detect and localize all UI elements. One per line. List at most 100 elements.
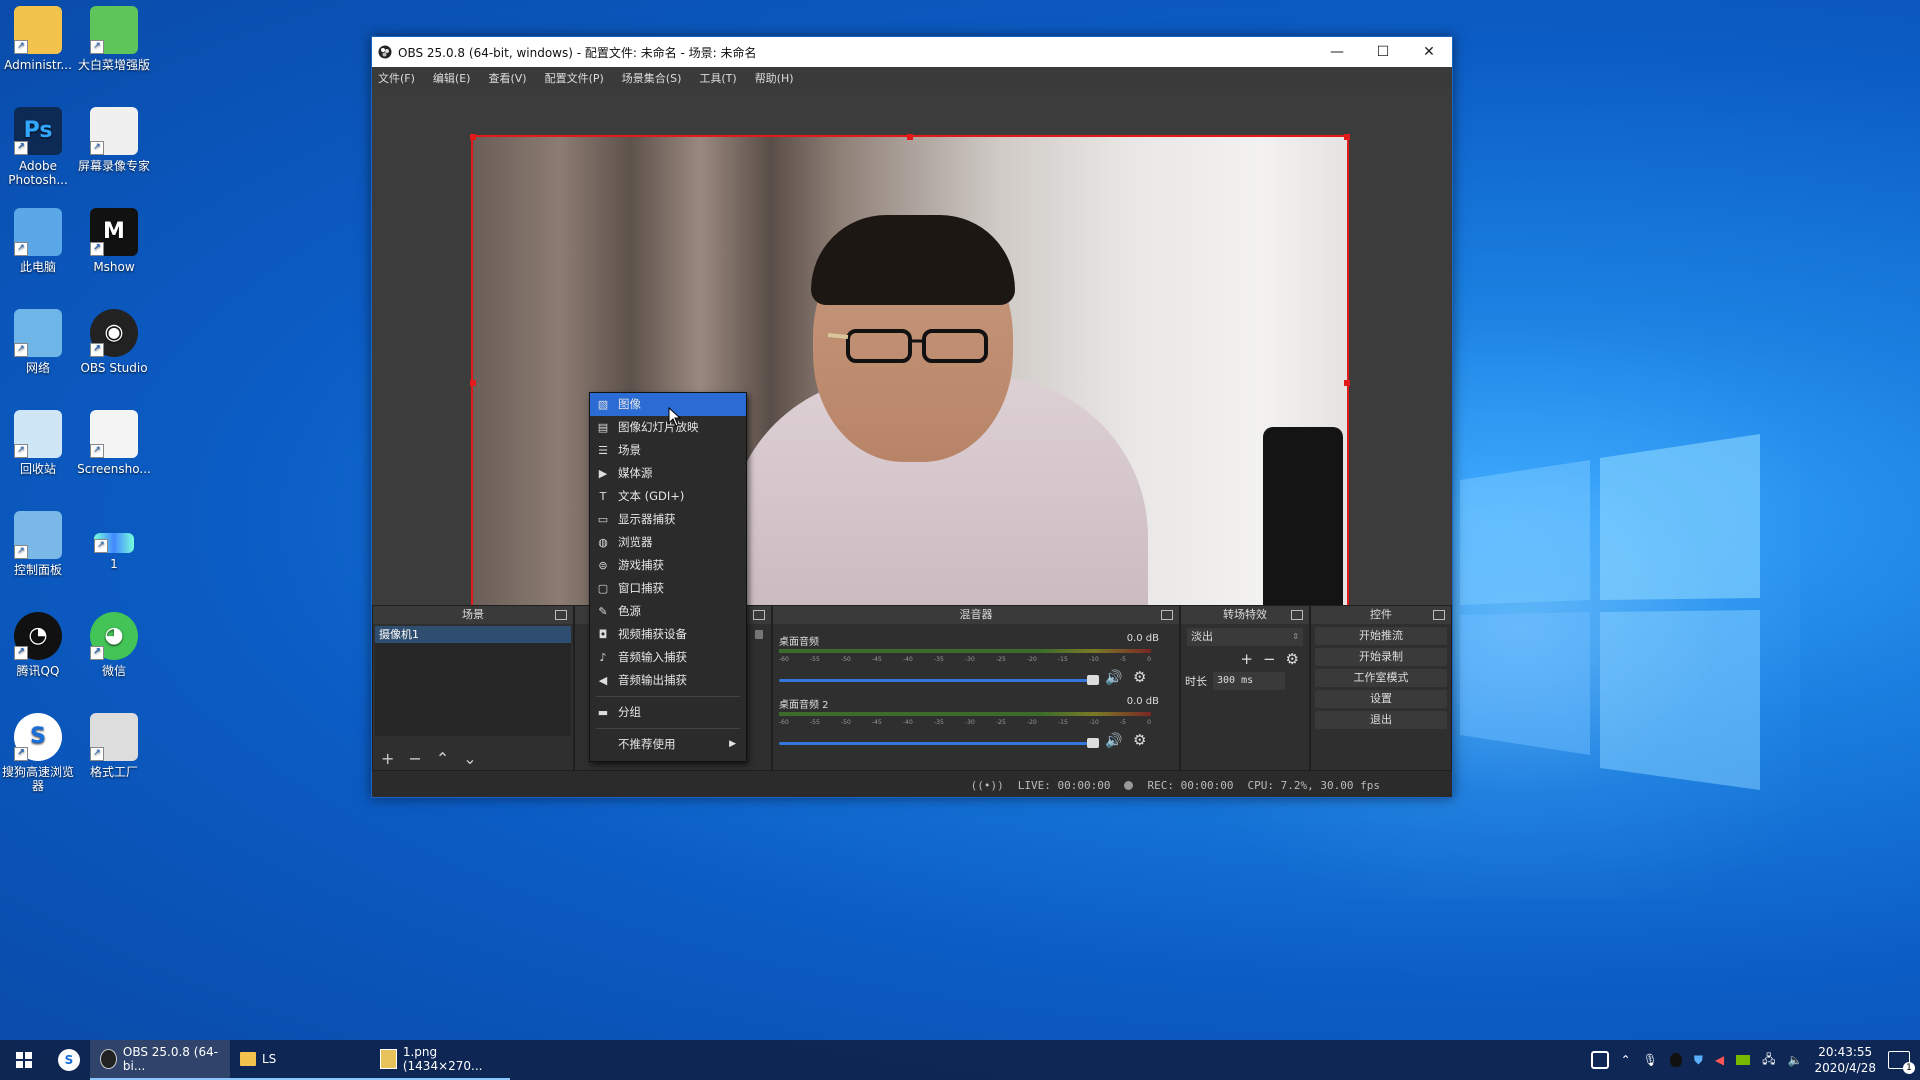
obs-titlebar[interactable]: OBS 25.0.8 (64-bit, windows) - 配置文件: 未命名… <box>372 37 1452 67</box>
remove-icon[interactable]: − <box>408 749 421 768</box>
context-menu-item[interactable]: ♪ 音频输入捕获 <box>590 646 746 669</box>
desktop-icon[interactable]: S ↗ 搜狗高速浏览器 <box>0 713 78 793</box>
resize-handle[interactable] <box>1344 380 1350 386</box>
text-icon: T <box>599 490 607 503</box>
desktop-icon-label: 屏幕录像专家 <box>77 159 150 173</box>
menu-profile[interactable]: 配置文件(P) <box>545 70 604 86</box>
desktop-icon[interactable]: ↗ 此电脑 <box>0 208 78 274</box>
menu-file[interactable]: 文件(F) <box>378 70 415 86</box>
sogou-browser-icon: S ↗ <box>14 713 62 761</box>
desktop-icon[interactable]: ◉ ↗ OBS Studio <box>74 309 154 375</box>
desktop-icon[interactable]: ↗ 1 <box>74 511 154 571</box>
input-method-icon[interactable] <box>1590 1051 1609 1069</box>
context-menu-item[interactable]: T 文本 (GDI+) <box>590 485 746 508</box>
close-button[interactable]: ✕ <box>1406 37 1452 67</box>
desktop-icon[interactable]: ↗ Administr... <box>0 6 78 72</box>
start-button[interactable] <box>0 1040 48 1080</box>
microphone-icon[interactable]: 🎙 <box>1643 1053 1658 1067</box>
speaker-icon[interactable]: 🔈 <box>1788 1053 1803 1067</box>
gear-icon[interactable]: ⚙ <box>1133 731 1146 749</box>
desktop-icon[interactable]: ↗ Screensho... <box>74 410 154 476</box>
start-recording-button[interactable]: 开始录制 <box>1315 648 1447 666</box>
desktop-icon[interactable]: Ps ↗ Adobe Photosh... <box>0 107 78 187</box>
desktop-icon[interactable]: ↗ 网络 <box>0 309 78 375</box>
context-menu-item[interactable]: ✎ 色源 <box>590 600 746 623</box>
desktop-icon[interactable]: ↗ 屏幕录像专家 <box>74 107 154 173</box>
speaker-icon[interactable]: 🔊 <box>1105 670 1122 686</box>
context-menu-item[interactable]: ◍ 浏览器 <box>590 531 746 554</box>
context-menu-item[interactable]: ▬ 分组 <box>590 701 746 724</box>
image-icon: ▧ <box>597 398 609 411</box>
desktop-icon[interactable]: ◔ ↗ 腾讯QQ <box>0 612 78 678</box>
transition-select[interactable]: 淡出 ⇕ <box>1187 628 1303 646</box>
settings-button[interactable]: 设置 <box>1315 690 1447 708</box>
taskbar-app-obs[interactable]: OBS 25.0.8 (64-bi... <box>90 1040 230 1080</box>
popout-icon[interactable] <box>555 610 567 620</box>
meter-tick-label: -35 <box>934 656 944 663</box>
menu-view[interactable]: 查看(V) <box>488 70 526 86</box>
studio-mode-button[interactable]: 工作室模式 <box>1315 669 1447 687</box>
security-shield-icon[interactable]: ⛊ <box>1694 1053 1703 1068</box>
screenshot-file-icon: ↗ <box>90 410 138 458</box>
add-icon[interactable]: + <box>1240 650 1253 668</box>
start-streaming-button[interactable]: 开始推流 <box>1315 627 1447 645</box>
menu-scene-collection[interactable]: 场景集合(S) <box>622 70 682 86</box>
volume-slider-knob[interactable] <box>1087 675 1099 685</box>
desktop-icon[interactable]: ↗ 格式工厂 <box>74 713 154 779</box>
menu-help[interactable]: 帮助(H) <box>755 70 794 86</box>
nvidia-icon[interactable] <box>1736 1055 1751 1065</box>
resize-handle[interactable] <box>907 134 913 140</box>
popout-icon[interactable] <box>1291 610 1303 620</box>
remove-icon[interactable]: − <box>1263 650 1276 668</box>
maximize-button[interactable]: ☐ <box>1360 37 1406 67</box>
qq-tray-icon[interactable] <box>1669 1053 1682 1067</box>
globe-icon: ◍ <box>598 536 608 549</box>
context-menu-item[interactable]: ▢ 窗口捕获 <box>590 577 746 600</box>
desktop-icon[interactable]: M ↗ Mshow <box>74 208 154 274</box>
context-menu-item[interactable]: ⊜ 游戏捕获 <box>590 554 746 577</box>
desktop-icon[interactable]: ◕ ↗ 微信 <box>74 612 154 678</box>
exit-button[interactable]: 退出 <box>1315 711 1447 729</box>
volume-slider-knob[interactable] <box>1087 738 1099 748</box>
popout-icon[interactable] <box>753 610 765 620</box>
minimize-button[interactable]: — <box>1314 37 1360 67</box>
desktop-icon[interactable]: ↗ 回收站 <box>0 410 78 476</box>
sogou-browser-taskbar[interactable]: S <box>48 1040 90 1080</box>
context-menu-item[interactable]: ▭ 显示器捕获 <box>590 508 746 531</box>
volume-slider[interactable] <box>779 675 1099 685</box>
taskbar-app-folder[interactable]: LS <box>230 1040 370 1080</box>
speaker-icon[interactable]: 🔊 <box>1105 733 1122 749</box>
desktop-icon[interactable]: ↗ 大白菜增强版 <box>74 6 154 72</box>
up-arrow-icon[interactable]: ⌃ <box>436 749 449 768</box>
duration-input[interactable]: 300 ms <box>1213 672 1285 690</box>
resize-handle[interactable] <box>470 380 476 386</box>
context-menu-item[interactable]: ◘ 视频捕获设备 <box>590 623 746 646</box>
notification-button[interactable]: 1 <box>1888 1051 1915 1074</box>
desktop-icon[interactable]: ↗ 控制面板 <box>0 511 78 577</box>
resize-handle[interactable] <box>470 134 476 140</box>
resize-handle[interactable] <box>1344 134 1350 140</box>
popout-icon[interactable] <box>1161 610 1173 620</box>
taskbar-app-image[interactable]: 1.png (1434×270... <box>370 1040 510 1080</box>
clock[interactable]: 20:43:55 2020/4/28 <box>1814 1044 1876 1076</box>
context-menu-item[interactable]: ☰ 场景 <box>590 439 746 462</box>
volume-slider[interactable] <box>779 738 1099 748</box>
context-menu-item[interactable]: 不推荐使用 ▶ <box>590 733 746 756</box>
add-icon[interactable]: + <box>381 749 394 768</box>
context-menu-item[interactable]: ▶ 媒体源 <box>590 462 746 485</box>
preview-area[interactable] <box>372 89 1452 639</box>
context-menu-item[interactable]: ◀ 音频输出捕获 <box>590 669 746 692</box>
volume-muted-icon[interactable]: ◀ <box>1715 1053 1724 1067</box>
lock-icon[interactable] <box>755 630 763 639</box>
shortcut-arrow-icon: ↗ <box>90 444 104 458</box>
menu-edit[interactable]: 编辑(E) <box>433 70 471 86</box>
network-icon[interactable]: 🖧 <box>1762 1050 1775 1071</box>
menu-tools[interactable]: 工具(T) <box>699 70 736 86</box>
obs-menubar: 文件(F) 编辑(E) 查看(V) 配置文件(P) 场景集合(S) 工具(T) … <box>372 67 1452 89</box>
popout-icon[interactable] <box>1433 610 1445 620</box>
chevron-up-icon[interactable]: ⌃ <box>1621 1053 1631 1067</box>
down-arrow-icon[interactable]: ⌄ <box>463 749 476 768</box>
gear-icon[interactable]: ⚙ <box>1286 650 1299 668</box>
scene-item[interactable]: 摄像机1 <box>375 626 571 643</box>
gear-icon[interactable]: ⚙ <box>1133 668 1146 686</box>
